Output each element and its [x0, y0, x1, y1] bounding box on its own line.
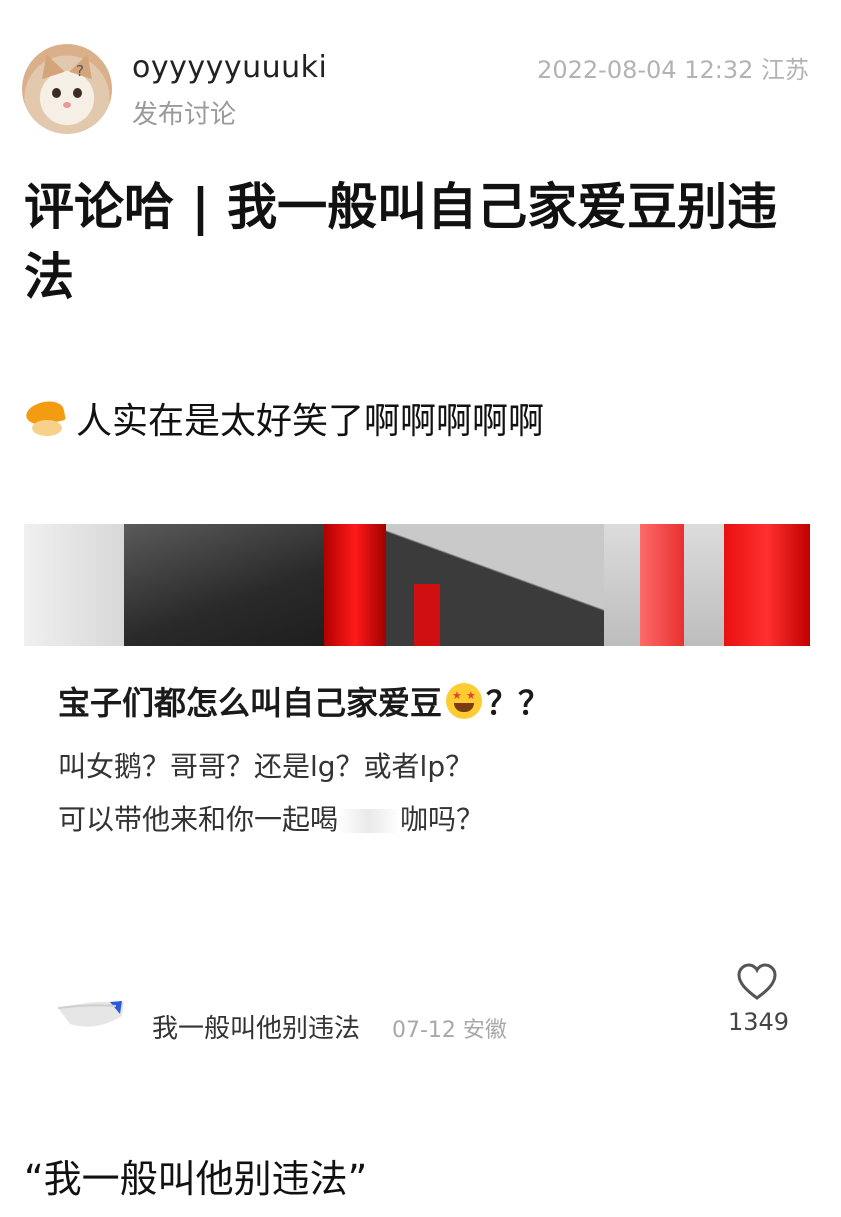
cat-ear	[69, 50, 99, 80]
question-line-2-end: 咖吗？	[400, 803, 485, 836]
question-title-suffix: ？？	[486, 684, 551, 722]
avatar[interactable]: ?	[22, 44, 112, 134]
comment-text: 我一般叫他别违法	[152, 1014, 361, 1044]
star-struck-emoji-icon: ★ ★	[446, 683, 483, 719]
question-line-2: 可以带他来和你一起喝 咖吗？	[58, 798, 484, 838]
question-line-1: 叫女鹅？哥哥？还是lg？或者lp？	[58, 750, 474, 783]
cat-eye	[73, 88, 82, 98]
post-body-text: 人实在是太好笑了啊啊啊啊啊	[76, 401, 545, 442]
username[interactable]: oyyyyyuuuki	[132, 50, 327, 85]
post-datetime-location: 2022-08-04 12:32 江苏	[537, 56, 809, 84]
cat-eye	[52, 88, 61, 98]
blurred-text	[338, 809, 401, 833]
question-line-2-start: 可以带他来和你一起喝	[58, 803, 339, 836]
heart-icon[interactable]	[736, 962, 778, 1002]
post-title: 评论哈 | 我一般叫自己家爱豆别违法	[24, 178, 778, 306]
cat-nose	[63, 102, 71, 108]
question-mark-icon: ?	[76, 62, 84, 80]
like-count: 1349	[728, 1008, 790, 1036]
caption-quote: “我一般叫他别违法”	[24, 1157, 368, 1201]
post-body: 人实在是太好笑了啊啊啊啊啊	[24, 392, 544, 444]
question-title-text: 宝子们都怎么叫自己家爱豆	[58, 684, 443, 722]
question-title: 宝子们都怎么叫自己家爱豆 ★ ★ ？？	[58, 678, 550, 724]
post-type-label: 发布讨论	[132, 100, 237, 130]
embedded-photo	[24, 524, 810, 646]
emoji-icon	[24, 398, 70, 438]
cat-ear	[35, 50, 65, 80]
commenter-avatar[interactable]	[56, 998, 126, 1032]
comment-meta: 07-12 安徽	[392, 1018, 507, 1043]
